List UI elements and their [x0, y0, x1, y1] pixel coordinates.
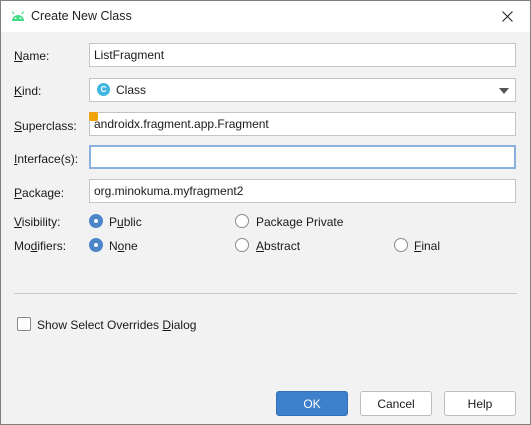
- close-icon: [501, 11, 513, 22]
- kind-value: Class: [116, 83, 147, 97]
- title-bar: Create New Class: [1, 1, 530, 32]
- modifier-none-radio[interactable]: [89, 238, 103, 252]
- interfaces-label: Interface(s):: [14, 152, 79, 166]
- help-button[interactable]: Help: [444, 391, 516, 416]
- visibility-package-private-label[interactable]: Package Private: [256, 215, 343, 229]
- window-title: Create New Class: [31, 9, 132, 23]
- modifier-final-label[interactable]: Final: [414, 239, 440, 253]
- class-icon: C: [97, 83, 110, 96]
- modifier-abstract-label[interactable]: Abstract: [256, 239, 300, 253]
- modifier-final-radio[interactable]: [394, 238, 408, 252]
- package-input[interactable]: org.minokuma.myfragment2: [89, 179, 516, 203]
- android-icon: [10, 9, 26, 23]
- modifier-none-label[interactable]: None: [109, 239, 138, 253]
- visibility-public-radio[interactable]: [89, 214, 103, 228]
- warning-icon: [89, 112, 98, 121]
- create-new-class-dialog: Create New Class Name: ListFragment Kind…: [0, 0, 531, 425]
- separator: [14, 293, 517, 294]
- close-button[interactable]: [484, 1, 530, 32]
- superclass-input[interactable]: androidx.fragment.app.Fragment: [89, 112, 516, 136]
- name-label: Name:: [14, 49, 50, 63]
- cancel-button[interactable]: Cancel: [360, 391, 432, 416]
- package-label: Package:: [14, 186, 65, 200]
- dropdown-arrow-icon: [499, 88, 509, 94]
- visibility-package-private-radio[interactable]: [235, 214, 249, 228]
- show-overrides-checkbox[interactable]: [17, 317, 31, 331]
- kind-select[interactable]: C Class: [89, 78, 516, 102]
- visibility-public-label[interactable]: Public: [109, 215, 142, 229]
- visibility-label: Visibility:: [14, 215, 61, 229]
- ok-button[interactable]: OK: [276, 391, 348, 416]
- modifier-abstract-radio[interactable]: [235, 238, 249, 252]
- kind-label: Kind:: [14, 84, 42, 98]
- name-input[interactable]: ListFragment: [89, 43, 516, 67]
- modifiers-label: Modifiers:: [14, 239, 67, 253]
- show-overrides-label[interactable]: Show Select Overrides Dialog: [37, 318, 196, 332]
- interfaces-input[interactable]: [89, 145, 516, 169]
- superclass-label: Superclass:: [14, 119, 77, 133]
